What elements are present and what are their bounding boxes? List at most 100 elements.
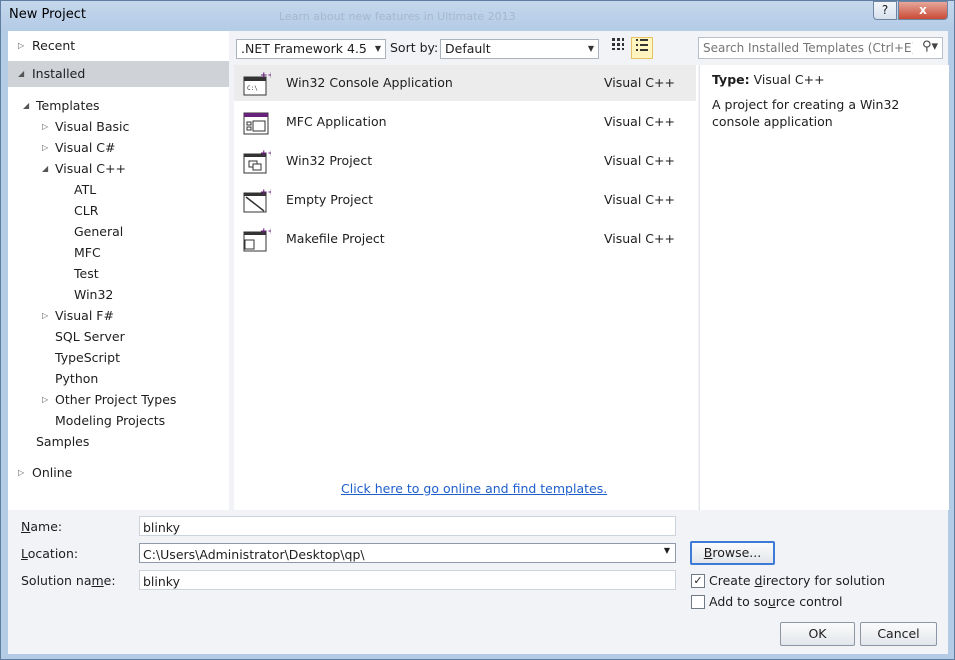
list-view-icon[interactable] [631, 37, 653, 59]
template-name: Empty Project [286, 192, 374, 207]
tree-item-mfc[interactable]: MFC [74, 243, 101, 263]
section-online-label: Online [32, 465, 73, 480]
framework-value: .NET Framework 4.5 [241, 41, 367, 56]
dialog-client-area: ▷ Recent ◢ Installed ◢ Templates ▷ Visua… [8, 31, 949, 654]
cancel-button[interactable]: Cancel [860, 622, 937, 646]
search-icon[interactable]: ⚲▾ [922, 39, 938, 54]
template-detail-panel: Type: Visual C++ A project for creating … [699, 65, 949, 510]
tree-item-python[interactable]: Python [55, 369, 98, 389]
empty-project-icon: ++ [243, 188, 275, 214]
online-templates-link[interactable]: Click here to go online and find templat… [341, 481, 607, 496]
tree-item-modeling-projects[interactable]: Modeling Projects [55, 411, 165, 431]
window-title: New Project [9, 7, 86, 22]
chevron-down-icon[interactable]: ▼ [664, 546, 670, 555]
tree-item-label: Modeling Projects [55, 413, 166, 428]
collapse-arrow-icon[interactable]: ◢ [18, 61, 24, 87]
name-field[interactable] [139, 516, 676, 537]
expand-arrow-icon[interactable]: ▷ [42, 390, 48, 410]
label-accel: u [767, 594, 776, 609]
tree-item-win32[interactable]: Win32 [74, 285, 113, 305]
template-row[interactable]: ++ Makefile Project Visual C++ [234, 221, 696, 257]
checkbox-label: Create directory for solution [709, 573, 885, 588]
tree-item-label: Visual Basic [55, 119, 130, 134]
template-language: Visual C++ [604, 114, 675, 129]
checkmark-icon[interactable]: ✓ [691, 574, 705, 588]
expand-arrow-icon[interactable]: ▷ [18, 33, 24, 59]
search-input[interactable] [699, 38, 915, 58]
label-text: rce control [775, 594, 843, 609]
label-text: ocation: [27, 546, 79, 561]
expand-arrow-icon[interactable]: ▷ [18, 460, 24, 486]
tree-item-label: Visual F# [55, 308, 114, 323]
expand-arrow-icon[interactable]: ▷ [42, 306, 48, 326]
tree-item-label: TypeScript [55, 350, 120, 365]
tree-item-label: Templates [36, 98, 100, 113]
tree-item-typescript[interactable]: TypeScript [55, 348, 120, 368]
solution-name-field[interactable] [139, 570, 676, 591]
tree-item-clr[interactable]: CLR [74, 201, 98, 221]
tree-item-visual-cpp[interactable]: ◢ Visual C++ [42, 159, 126, 179]
tree-item-other-project-types[interactable]: ▷ Other Project Types [42, 390, 176, 410]
tree-item-sql-server[interactable]: SQL Server [55, 327, 125, 347]
tree-item-general[interactable]: General [74, 222, 123, 242]
tree-item-label: Python [55, 371, 99, 386]
sort-select[interactable]: Default ▼ [440, 39, 599, 59]
tree-item-label: Visual C++ [55, 161, 126, 176]
grid-view-icon[interactable] [607, 37, 629, 59]
tree-item-label: Test [74, 266, 99, 281]
tree-item-visual-fsharp[interactable]: ▷ Visual F# [42, 306, 114, 326]
location-input[interactable] [140, 544, 654, 564]
section-recent-label: Recent [32, 38, 76, 53]
label-text: e: [103, 573, 116, 588]
chevron-down-icon: ▼ [587, 44, 594, 53]
mfc-app-icon [243, 110, 271, 136]
svg-text:C:\: C:\ [247, 85, 258, 92]
tree-item-visual-basic[interactable]: ▷ Visual Basic [42, 117, 130, 137]
tree-item-atl[interactable]: ATL [74, 180, 96, 200]
template-row[interactable]: MFC Application Visual C++ [234, 104, 696, 140]
template-row[interactable]: ++ Empty Project Visual C++ [234, 182, 696, 218]
sort-by-label: Sort by: [390, 40, 439, 55]
section-installed[interactable]: ◢ Installed [8, 61, 229, 87]
category-panel: ▷ Recent ◢ Installed ◢ Templates ▷ Visua… [8, 31, 229, 510]
section-online[interactable]: ▷ Online [8, 460, 229, 486]
makefile-project-icon: ++ [243, 227, 275, 253]
template-row[interactable]: ++ Win32 Project Visual C++ [234, 143, 696, 179]
svg-text:++: ++ [260, 188, 271, 198]
close-button[interactable]: x [898, 1, 948, 20]
expand-arrow-icon[interactable]: ▷ [42, 117, 48, 137]
expand-arrow-icon[interactable]: ▷ [42, 138, 48, 158]
tree-item-label: SQL Server [55, 329, 125, 344]
sort-value: Default [445, 41, 491, 56]
template-language: Visual C++ [604, 75, 675, 90]
location-label: Location: [21, 546, 78, 561]
name-input[interactable] [140, 517, 654, 537]
template-name: MFC Application [286, 114, 387, 129]
ok-button[interactable]: OK [780, 622, 855, 646]
svg-text:++: ++ [260, 227, 271, 237]
checkbox-label: Add to source control [709, 594, 843, 609]
tree-item-label: Visual C# [55, 140, 116, 155]
label-text: irectory for solution [762, 573, 886, 588]
tree-item-test[interactable]: Test [74, 264, 99, 284]
browse-button[interactable]: Browse... [690, 541, 775, 565]
title-bar[interactable]: New Project Learn about new features in … [1, 1, 954, 31]
tree-item-label: General [74, 224, 124, 239]
collapse-arrow-icon[interactable]: ◢ [23, 96, 29, 116]
section-recent[interactable]: ▷ Recent [8, 33, 229, 59]
tree-item-samples[interactable]: Samples [36, 432, 89, 452]
tree-item-visual-csharp[interactable]: ▷ Visual C# [42, 138, 116, 158]
empty-checkbox-icon[interactable] [691, 595, 705, 609]
collapse-arrow-icon[interactable]: ◢ [42, 159, 48, 179]
solution-name-input[interactable] [140, 571, 654, 591]
label-text: Solution na [21, 573, 92, 588]
template-search-box[interactable]: ⚲▾ [698, 37, 943, 59]
label-text: ame: [30, 519, 63, 534]
template-name: Makefile Project [286, 231, 385, 246]
name-label: Name: [21, 519, 62, 534]
template-row[interactable]: C:\++ Win32 Console Application Visual C… [234, 65, 696, 101]
location-field[interactable]: ▼ [139, 543, 676, 564]
tree-item-templates[interactable]: ◢ Templates [23, 96, 100, 116]
framework-select[interactable]: .NET Framework 4.5 ▼ [236, 39, 386, 59]
help-button[interactable]: ? [873, 1, 897, 20]
